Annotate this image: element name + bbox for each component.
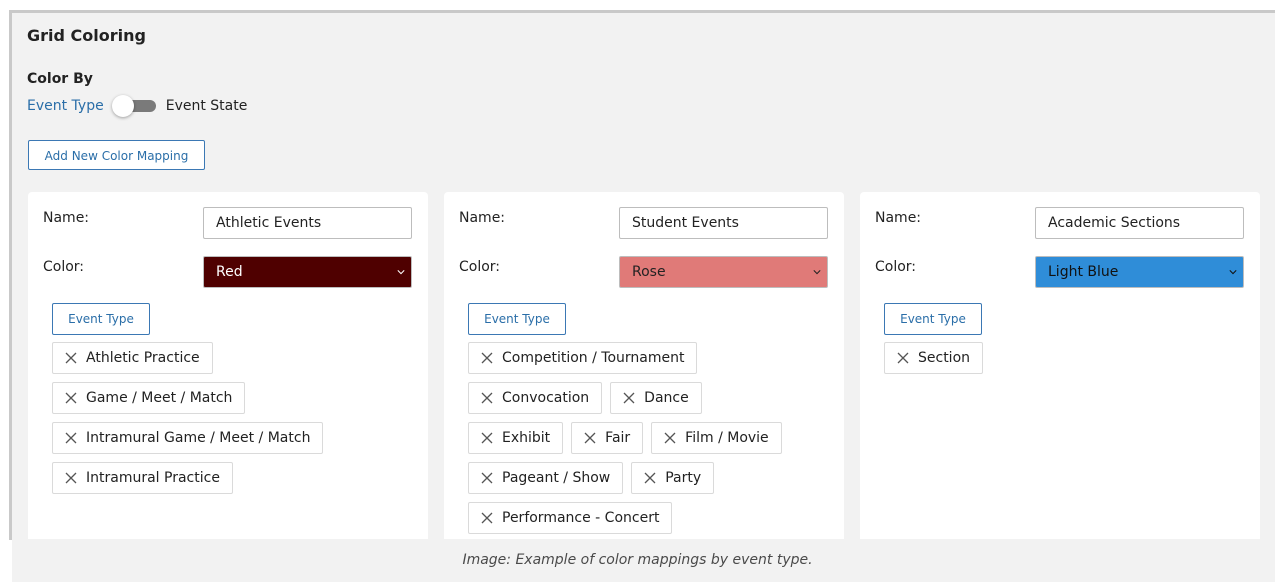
chip-label: Section	[918, 350, 971, 366]
chip-row: Performance - Concert	[468, 502, 828, 534]
event-type-chip: Intramural Game / Meet / Match	[52, 422, 324, 454]
event-type-chip: Pageant / Show	[468, 462, 624, 494]
chip-label: Dance	[644, 390, 689, 406]
color-select[interactable]: Red	[203, 256, 412, 288]
event-type-chip: Intramural Practice	[52, 462, 233, 494]
color-select-value: Light Blue	[1048, 264, 1119, 280]
color-mapping-card: Name: Student Events Color: Rose Event Type C…	[444, 192, 844, 552]
color-mapping-card: Name: Academic Sections Color: Light Blue Ev…	[860, 192, 1260, 552]
toggle-option-event-type[interactable]: Event Type	[27, 98, 104, 114]
remove-icon[interactable]	[481, 392, 493, 404]
chip-label: Game / Meet / Match	[86, 390, 233, 406]
event-type-chips: Athletic Practice Game / Meet / Match Intr…	[52, 342, 412, 502]
chip-label: Convocation	[502, 390, 590, 406]
event-type-chip: Convocation	[468, 382, 603, 414]
remove-icon[interactable]	[481, 512, 493, 524]
remove-icon[interactable]	[664, 432, 676, 444]
event-type-chip: Party	[631, 462, 715, 494]
chip-label: Intramural Practice	[86, 470, 220, 486]
event-type-chips: Competition / Tournament Convocation Dance…	[468, 342, 828, 542]
event-type-chip: Competition / Tournament	[468, 342, 698, 374]
event-type-chip: Section	[884, 342, 984, 374]
remove-icon[interactable]	[65, 352, 77, 364]
image-caption: Image: Example of color mappings by even…	[462, 552, 813, 568]
remove-icon[interactable]	[65, 472, 77, 484]
event-type-button[interactable]: Event Type	[468, 303, 566, 335]
color-label: Color:	[875, 259, 917, 275]
page: Grid Coloring Color By Event Type Event …	[0, 0, 1275, 582]
color-by-label: Color By	[27, 71, 93, 87]
event-type-chip: Fair	[571, 422, 644, 454]
chip-label: Performance - Concert	[502, 510, 660, 526]
name-label: Name:	[875, 210, 922, 226]
remove-icon[interactable]	[644, 472, 656, 484]
add-color-mapping-button[interactable]: Add New Color Mapping	[28, 140, 205, 170]
chip-label: Party	[665, 470, 702, 486]
name-input[interactable]: Academic Sections	[1035, 207, 1244, 239]
remove-icon[interactable]	[65, 432, 77, 444]
event-type-chips: Section	[884, 342, 1244, 382]
event-type-chip: Game / Meet / Match	[52, 382, 246, 414]
event-type-chip: Dance	[610, 382, 702, 414]
remove-icon[interactable]	[584, 432, 596, 444]
color-by-toggle-row: Event Type Event State	[27, 95, 247, 117]
chip-row: Competition / Tournament	[468, 342, 828, 374]
name-input[interactable]: Student Events	[619, 207, 828, 239]
remove-icon[interactable]	[623, 392, 635, 404]
chevron-down-icon	[813, 270, 821, 275]
chip-row: Intramural Practice	[52, 462, 412, 494]
chip-row: Section	[884, 342, 1244, 374]
chevron-down-icon	[397, 270, 405, 275]
chip-label: Pageant / Show	[502, 470, 611, 486]
remove-icon[interactable]	[481, 432, 493, 444]
chip-row: Convocation Dance	[468, 382, 828, 414]
chip-label: Exhibit	[502, 430, 551, 446]
remove-icon[interactable]	[481, 352, 493, 364]
remove-icon[interactable]	[65, 392, 77, 404]
event-type-chip: Film / Movie	[651, 422, 782, 454]
chip-label: Fair	[605, 430, 631, 446]
chip-label: Film / Movie	[685, 430, 769, 446]
event-type-chip: Athletic Practice	[52, 342, 213, 374]
grid-coloring-panel: Grid Coloring Color By Event Type Event …	[12, 13, 1275, 552]
remove-icon[interactable]	[897, 352, 909, 364]
name-label: Name:	[43, 210, 90, 226]
name-label: Name:	[459, 210, 506, 226]
event-type-button[interactable]: Event Type	[52, 303, 150, 335]
chip-row: Intramural Game / Meet / Match	[52, 422, 412, 454]
section-title: Grid Coloring	[27, 26, 146, 45]
color-mapping-card: Name: Athletic Events Color: Red Event Type A…	[28, 192, 428, 552]
chip-row: Exhibit Fair Film / Movie	[468, 422, 828, 454]
color-label: Color:	[43, 259, 85, 275]
remove-icon[interactable]	[481, 472, 493, 484]
color-label: Color:	[459, 259, 501, 275]
toggle-knob[interactable]	[111, 95, 134, 117]
name-input[interactable]: Athletic Events	[203, 207, 412, 239]
chip-row: Game / Meet / Match	[52, 382, 412, 414]
color-select-value: Red	[216, 264, 243, 280]
toggle-option-event-state[interactable]: Event State	[166, 98, 248, 114]
chip-label: Intramural Game / Meet / Match	[86, 430, 311, 446]
color-by-toggle[interactable]	[111, 95, 158, 117]
event-type-button[interactable]: Event Type	[884, 303, 982, 335]
event-type-chip: Exhibit	[468, 422, 564, 454]
color-select[interactable]: Rose	[619, 256, 828, 288]
chip-row: Athletic Practice	[52, 342, 412, 374]
event-type-chip: Performance - Concert	[468, 502, 673, 534]
color-select-value: Rose	[632, 264, 666, 280]
chip-label: Athletic Practice	[86, 350, 200, 366]
chip-row: Pageant / Show Party	[468, 462, 828, 494]
color-select[interactable]: Light Blue	[1035, 256, 1244, 288]
chip-label: Competition / Tournament	[502, 350, 685, 366]
chevron-down-icon	[1229, 270, 1237, 275]
